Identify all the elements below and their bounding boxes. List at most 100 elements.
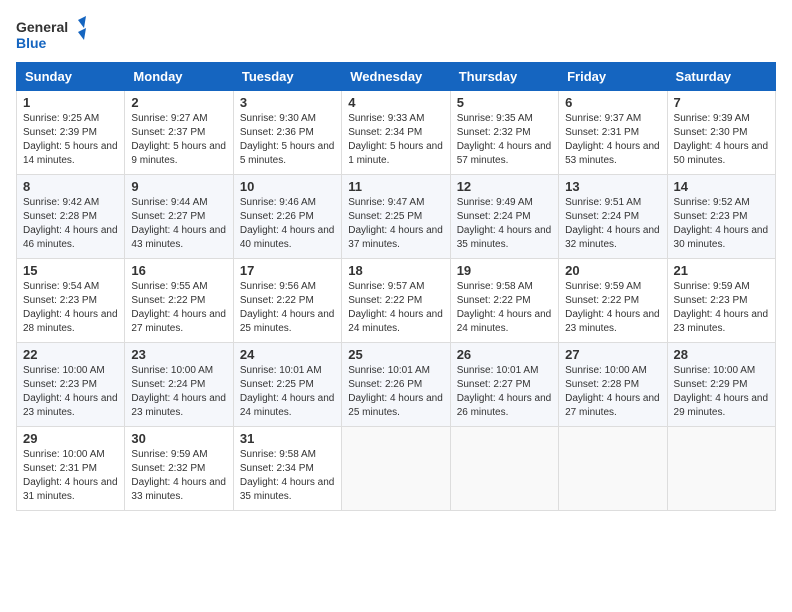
calendar-cell: 29Sunrise: 10:00 AMSunset: 2:31 PMDaylig… xyxy=(17,427,125,511)
weekday-header-wednesday: Wednesday xyxy=(342,63,450,91)
day-info: Sunrise: 10:00 AMSunset: 2:28 PMDaylight… xyxy=(565,364,660,420)
day-number: 5 xyxy=(457,95,552,110)
day-number: 23 xyxy=(131,347,226,362)
day-info: Sunrise: 9:58 AMSunset: 2:22 PMDaylight:… xyxy=(457,280,552,336)
calendar-cell: 30Sunrise: 9:59 AMSunset: 2:32 PMDayligh… xyxy=(125,427,233,511)
day-number: 30 xyxy=(131,431,226,446)
calendar-cell: 31 Sunrise: 9:58 AMSunset: 2:34 PMDayligh… xyxy=(233,427,341,511)
svg-text:Blue: Blue xyxy=(16,35,47,51)
day-number: 22 xyxy=(23,347,118,362)
day-info: Sunrise: 9:59 AMSunset: 2:23 PMDaylight:… xyxy=(674,280,769,336)
day-number: 3 xyxy=(240,95,335,110)
calendar-cell: 14 Sunrise: 9:52 AMSunset: 2:23 PMDayligh… xyxy=(667,175,775,259)
day-number: 24 xyxy=(240,347,335,362)
logo: General Blue xyxy=(16,16,86,54)
day-number: 25 xyxy=(348,347,443,362)
calendar-cell xyxy=(667,427,775,511)
day-info: Sunrise: 9:46 AMSunset: 2:26 PMDaylight:… xyxy=(240,196,335,252)
day-number: 8 xyxy=(23,179,118,194)
day-number: 15 xyxy=(23,263,118,278)
day-number: 13 xyxy=(565,179,660,194)
calendar-cell: 5Sunrise: 9:35 AMSunset: 2:32 PMDaylight… xyxy=(450,91,558,175)
day-number: 10 xyxy=(240,179,335,194)
day-info: Sunrise: 9:47 AMSunset: 2:25 PMDaylight:… xyxy=(348,196,443,252)
calendar-cell: 25 Sunrise: 10:01 AMSunset: 2:26 PMDaylig… xyxy=(342,343,450,427)
calendar-cell: 13 Sunrise: 9:51 AMSunset: 2:24 PMDayligh… xyxy=(559,175,667,259)
calendar-cell: 27 Sunrise: 10:00 AMSunset: 2:28 PMDaylig… xyxy=(559,343,667,427)
day-info: Sunrise: 9:30 AMSunset: 2:36 PMDaylight:… xyxy=(240,112,335,168)
day-number: 9 xyxy=(131,179,226,194)
calendar-cell: 22 Sunrise: 10:00 AMSunset: 2:23 PMDaylig… xyxy=(17,343,125,427)
calendar-cell: 4 Sunrise: 9:33 AMSunset: 2:34 PMDaylight… xyxy=(342,91,450,175)
calendar-cell: 7Sunrise: 9:39 AMSunset: 2:30 PMDaylight… xyxy=(667,91,775,175)
calendar-cell: 3 Sunrise: 9:30 AMSunset: 2:36 PMDaylight… xyxy=(233,91,341,175)
day-info: Sunrise: 9:56 AMSunset: 2:22 PMDaylight:… xyxy=(240,280,335,336)
day-number: 4 xyxy=(348,95,443,110)
day-number: 11 xyxy=(348,179,443,194)
day-number: 28 xyxy=(674,347,769,362)
calendar-cell: 2 Sunrise: 9:27 AMSunset: 2:37 PMDaylight… xyxy=(125,91,233,175)
day-info: Sunrise: 10:00 AMSunset: 2:31 PMDaylight… xyxy=(23,448,118,504)
day-info: Sunrise: 10:00 AMSunset: 2:23 PMDaylight… xyxy=(23,364,118,420)
weekday-header-monday: Monday xyxy=(125,63,233,91)
day-info: Sunrise: 9:55 AMSunset: 2:22 PMDaylight:… xyxy=(131,280,226,336)
calendar-cell: 24 Sunrise: 10:01 AMSunset: 2:25 PMDaylig… xyxy=(233,343,341,427)
calendar-cell: 11 Sunrise: 9:47 AMSunset: 2:25 PMDayligh… xyxy=(342,175,450,259)
day-number: 6 xyxy=(565,95,660,110)
calendar-week-3: 15 Sunrise: 9:54 AMSunset: 2:23 PMDayligh… xyxy=(17,259,776,343)
day-info: Sunrise: 9:52 AMSunset: 2:23 PMDaylight:… xyxy=(674,196,769,252)
header-area: General Blue xyxy=(16,16,776,54)
calendar-cell xyxy=(342,427,450,511)
day-number: 18 xyxy=(348,263,443,278)
calendar-cell: 20Sunrise: 9:59 AMSunset: 2:22 PMDayligh… xyxy=(559,259,667,343)
day-info: Sunrise: 9:25 AMSunset: 2:39 PMDaylight:… xyxy=(23,112,118,168)
day-info: Sunrise: 9:37 AMSunset: 2:31 PMDaylight:… xyxy=(565,112,660,168)
day-info: Sunrise: 9:58 AMSunset: 2:34 PMDaylight:… xyxy=(240,448,335,504)
weekday-header-friday: Friday xyxy=(559,63,667,91)
day-info: Sunrise: 9:54 AMSunset: 2:23 PMDaylight:… xyxy=(23,280,118,336)
day-number: 1 xyxy=(23,95,118,110)
day-info: Sunrise: 9:51 AMSunset: 2:24 PMDaylight:… xyxy=(565,196,660,252)
day-number: 14 xyxy=(674,179,769,194)
day-info: Sunrise: 9:33 AMSunset: 2:34 PMDaylight:… xyxy=(348,112,443,168)
day-info: Sunrise: 10:01 AMSunset: 2:26 PMDaylight… xyxy=(348,364,443,420)
calendar-cell: 17 Sunrise: 9:56 AMSunset: 2:22 PMDayligh… xyxy=(233,259,341,343)
calendar-cell: 10 Sunrise: 9:46 AMSunset: 2:26 PMDayligh… xyxy=(233,175,341,259)
calendar: SundayMondayTuesdayWednesdayThursdayFrid… xyxy=(16,62,776,511)
weekday-header-tuesday: Tuesday xyxy=(233,63,341,91)
weekday-header-sunday: Sunday xyxy=(17,63,125,91)
calendar-cell: 28 Sunrise: 10:00 AMSunset: 2:29 PMDaylig… xyxy=(667,343,775,427)
calendar-cell: 6 Sunrise: 9:37 AMSunset: 2:31 PMDaylight… xyxy=(559,91,667,175)
weekday-header-saturday: Saturday xyxy=(667,63,775,91)
day-info: Sunrise: 10:01 AMSunset: 2:27 PMDaylight… xyxy=(457,364,552,420)
logo-svg: General Blue xyxy=(16,16,86,54)
day-info: Sunrise: 9:49 AMSunset: 2:24 PMDaylight:… xyxy=(457,196,552,252)
calendar-cell: 9 Sunrise: 9:44 AMSunset: 2:27 PMDaylight… xyxy=(125,175,233,259)
day-info: Sunrise: 9:39 AMSunset: 2:30 PMDaylight:… xyxy=(674,112,769,168)
calendar-cell: 21Sunrise: 9:59 AMSunset: 2:23 PMDayligh… xyxy=(667,259,775,343)
day-info: Sunrise: 10:01 AMSunset: 2:25 PMDaylight… xyxy=(240,364,335,420)
day-info: Sunrise: 9:42 AMSunset: 2:28 PMDaylight:… xyxy=(23,196,118,252)
calendar-header-row: SundayMondayTuesdayWednesdayThursdayFrid… xyxy=(17,63,776,91)
calendar-cell: 8 Sunrise: 9:42 AMSunset: 2:28 PMDaylight… xyxy=(17,175,125,259)
day-number: 20 xyxy=(565,263,660,278)
day-number: 31 xyxy=(240,431,335,446)
calendar-week-4: 22 Sunrise: 10:00 AMSunset: 2:23 PMDaylig… xyxy=(17,343,776,427)
day-info: Sunrise: 10:00 AMSunset: 2:24 PMDaylight… xyxy=(131,364,226,420)
calendar-cell: 12Sunrise: 9:49 AMSunset: 2:24 PMDayligh… xyxy=(450,175,558,259)
calendar-week-2: 8 Sunrise: 9:42 AMSunset: 2:28 PMDaylight… xyxy=(17,175,776,259)
day-number: 2 xyxy=(131,95,226,110)
svg-text:General: General xyxy=(16,19,68,35)
day-info: Sunrise: 10:00 AMSunset: 2:29 PMDaylight… xyxy=(674,364,769,420)
day-info: Sunrise: 9:57 AMSunset: 2:22 PMDaylight:… xyxy=(348,280,443,336)
day-info: Sunrise: 9:44 AMSunset: 2:27 PMDaylight:… xyxy=(131,196,226,252)
calendar-cell: 1 Sunrise: 9:25 AMSunset: 2:39 PMDaylight… xyxy=(17,91,125,175)
calendar-cell: 23 Sunrise: 10:00 AMSunset: 2:24 PMDaylig… xyxy=(125,343,233,427)
day-number: 16 xyxy=(131,263,226,278)
calendar-cell xyxy=(450,427,558,511)
day-number: 19 xyxy=(457,263,552,278)
day-number: 27 xyxy=(565,347,660,362)
day-number: 17 xyxy=(240,263,335,278)
day-info: Sunrise: 9:27 AMSunset: 2:37 PMDaylight:… xyxy=(131,112,226,168)
calendar-cell: 16 Sunrise: 9:55 AMSunset: 2:22 PMDayligh… xyxy=(125,259,233,343)
